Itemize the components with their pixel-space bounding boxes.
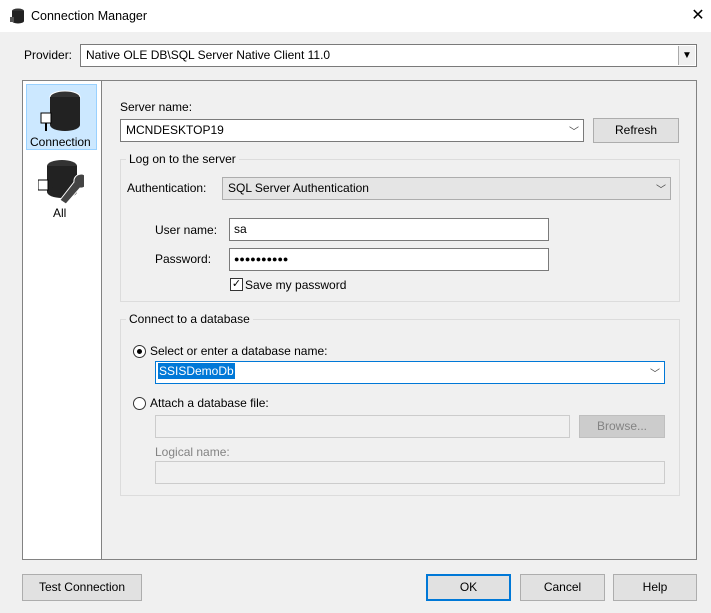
database-legend: Connect to a database: [126, 312, 253, 326]
password-label: Password:: [155, 252, 212, 266]
auth-label: Authentication:: [127, 181, 207, 195]
username-input[interactable]: sa: [229, 218, 549, 241]
provider-select[interactable]: Native OLE DB\SQL Server Native Client 1…: [80, 44, 697, 67]
sidebar: [22, 80, 102, 560]
sidebar-item-label: All: [53, 206, 67, 220]
save-password-checkbox[interactable]: ✓: [230, 278, 243, 291]
title-bar: Connection Manager ✕: [0, 0, 711, 32]
select-database-label[interactable]: Select or enter a database name:: [150, 344, 327, 358]
test-connection-button[interactable]: Test Connection: [22, 574, 142, 601]
auth-value: SQL Server Authentication: [228, 181, 369, 195]
chevron-down-icon[interactable]: ﹀: [569, 123, 579, 138]
help-button[interactable]: Help: [613, 574, 697, 601]
attach-database-radio[interactable]: [133, 397, 146, 410]
database-icon: [10, 8, 24, 24]
save-password-label[interactable]: Save my password: [245, 278, 346, 292]
database-wrench-icon: [38, 160, 84, 204]
sidebar-item-connection[interactable]: Connection: [26, 84, 97, 150]
provider-value: Native OLE DB\SQL Server Native Client 1…: [86, 48, 331, 62]
authentication-select[interactable]: SQL Server Authentication ﹀: [222, 177, 671, 200]
browse-button[interactable]: Browse...: [579, 415, 665, 438]
chevron-down-icon[interactable]: ﹀: [656, 181, 666, 196]
logical-name-label: Logical name:: [155, 445, 230, 459]
chevron-down-icon[interactable]: ﹀: [650, 365, 660, 380]
attach-database-label[interactable]: Attach a database file:: [150, 396, 269, 410]
database-name-combo[interactable]: SSISDemoDb ﹀: [155, 361, 665, 384]
server-name-value: MCNDESKTOP19: [126, 123, 224, 137]
refresh-button[interactable]: Refresh: [593, 118, 679, 143]
cancel-button[interactable]: Cancel: [520, 574, 605, 601]
database-name-value: SSISDemoDb: [158, 363, 235, 379]
username-label: User name:: [155, 223, 218, 237]
ok-button[interactable]: OK: [426, 574, 511, 601]
dropdown-arrow-icon[interactable]: ▼: [678, 46, 695, 65]
database-file-input[interactable]: [155, 415, 570, 438]
sidebar-item-all[interactable]: All: [26, 154, 97, 220]
provider-label: Provider:: [24, 48, 73, 62]
select-database-radio[interactable]: [133, 345, 146, 358]
window-title: Connection Manager: [31, 9, 148, 23]
logon-legend: Log on to the server: [126, 152, 239, 166]
server-name-combo[interactable]: MCNDESKTOP19 ﹀: [120, 119, 584, 142]
password-input[interactable]: ●●●●●●●●●●: [229, 248, 549, 271]
logical-name-input[interactable]: [155, 461, 665, 484]
database-plug-icon: [40, 90, 81, 131]
close-button[interactable]: ✕: [689, 5, 707, 25]
sidebar-item-label: Connection: [30, 135, 91, 149]
server-name-label: Server name:: [120, 100, 193, 114]
